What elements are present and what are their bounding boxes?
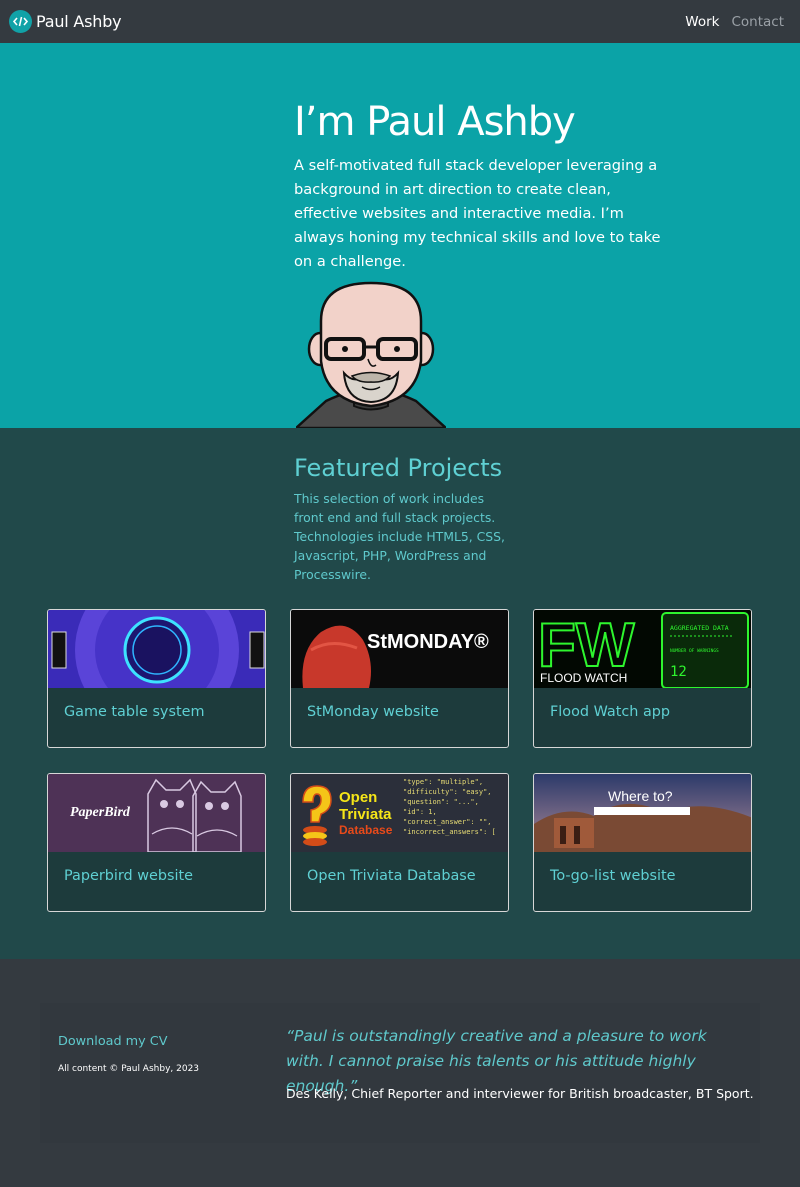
project-card-open-triviata[interactable]: "type": "multiple", "difficulty": "easy"… — [290, 773, 509, 912]
svg-text:"incorrect_answers": [: "incorrect_answers": [ — [403, 828, 496, 836]
project-thumbnail-stmonday: StMONDAY® — [291, 610, 508, 688]
project-title: StMonday website — [307, 704, 439, 720]
svg-text:"difficulty": "easy",: "difficulty": "easy", — [403, 788, 492, 796]
code-icon — [9, 10, 32, 33]
project-thumbnail-open-triviata: "type": "multiple", "difficulty": "easy"… — [291, 774, 508, 852]
flood-watch-panel-label: NUMBER OF WARNINGS — [670, 648, 719, 654]
to-go-list-heading: Where to? — [608, 788, 673, 804]
brand-name: Paul Ashby — [36, 12, 122, 31]
project-title: Game table system — [64, 704, 205, 720]
projects-description: This selection of work includes front en… — [294, 491, 505, 582]
nav-link-contact[interactable]: Contact — [731, 14, 784, 30]
project-title: Open Triviata Database — [307, 868, 476, 884]
nav-links: Work Contact — [685, 14, 784, 30]
flood-watch-caption: FLOOD WATCH — [540, 671, 627, 685]
flood-watch-logo: FW — [538, 611, 635, 680]
footer: Download my CV All content © Paul Ashby,… — [0, 959, 800, 1187]
project-thumbnail-paperbird: PaperBird — [48, 774, 265, 852]
brand-link[interactable]: Paul Ashby — [9, 10, 122, 33]
project-thumbnail-game-table — [48, 610, 265, 688]
download-cv-link[interactable]: Download my CV — [58, 1034, 167, 1049]
navbar: Paul Ashby Work Contact — [0, 0, 800, 43]
hero-title: I’m Paul Ashby — [294, 99, 576, 145]
project-card-paperbird[interactable]: PaperBird Paperbird website — [47, 773, 266, 912]
copyright-text: All content © Paul Ashby, 2023 — [58, 1064, 200, 1074]
project-title: Paperbird website — [64, 868, 194, 884]
triviata-logo-line2: Triviata — [339, 806, 392, 823]
projects-section: Featured Projects This selection of work… — [0, 428, 800, 959]
project-title: Flood Watch app — [550, 704, 671, 720]
flood-watch-panel-value: 12 — [670, 664, 687, 680]
project-card-stmonday[interactable]: StMONDAY® StMonday website — [290, 609, 509, 748]
stmonday-logo-text: StMONDAY® — [367, 631, 489, 653]
svg-text:"id": 1,: "id": 1, — [403, 808, 437, 816]
flood-watch-panel-title: AGGREGATED DATA — [670, 624, 729, 632]
hero-intro: A self-motivated full stack developer le… — [294, 157, 661, 270]
projects-title: Featured Projects — [294, 454, 503, 482]
svg-text:"type": "multiple",: "type": "multiple", — [403, 778, 483, 786]
project-card-flood-watch[interactable]: FW FLOOD WATCH AGGREGATED DATA NUMBER OF… — [533, 609, 752, 748]
avatar-illustration — [296, 281, 446, 428]
triviata-logo-line1: Open — [339, 789, 377, 806]
project-thumbnail-flood-watch: FW FLOOD WATCH AGGREGATED DATA NUMBER OF… — [534, 610, 751, 688]
project-card-to-go-list[interactable]: Where to? To-go-list website — [533, 773, 752, 912]
nav-link-work[interactable]: Work — [685, 14, 719, 30]
project-title: To-go-list website — [550, 868, 676, 884]
svg-text:"correct_answer": "",: "correct_answer": "", — [403, 818, 492, 826]
hero-section: I’m Paul Ashby A self-motivated full sta… — [0, 43, 800, 428]
svg-text:"question": "...",: "question": "...", — [403, 798, 479, 806]
paperbird-logo-text: PaperBird — [70, 805, 131, 820]
project-thumbnail-to-go-list: Where to? — [534, 774, 751, 852]
triviata-logo-line3: Database — [339, 823, 393, 837]
project-card-game-table[interactable]: Game table system — [47, 609, 266, 748]
testimonial-attribution: Des Kelly, Chief Reporter and interviewe… — [286, 1086, 754, 1101]
